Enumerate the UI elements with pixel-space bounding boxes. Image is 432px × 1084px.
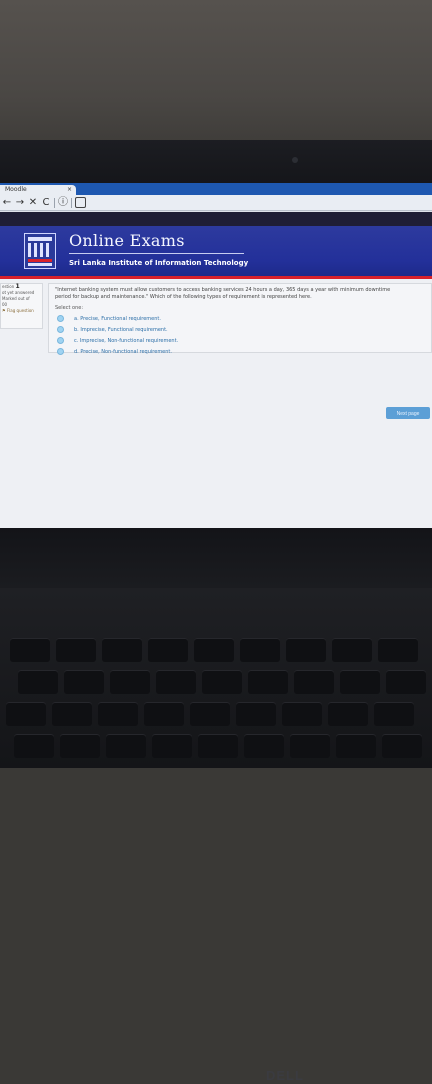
radio-button[interactable]	[57, 348, 64, 355]
keyboard-key	[52, 702, 92, 726]
radio-button[interactable]	[57, 337, 64, 344]
keyboard-key	[244, 734, 284, 758]
page-top-band	[0, 212, 432, 226]
question-label: estion	[2, 284, 15, 289]
keyboard-row	[18, 670, 426, 694]
answer-option-label[interactable]: b. Imprecise, Functional requirement.	[74, 327, 168, 333]
keyboard-key	[386, 670, 426, 694]
answer-option-label[interactable]: a. Precise, Functional requirement.	[74, 316, 161, 322]
keyboard-key	[14, 734, 54, 758]
keyboard-key	[328, 702, 368, 726]
keyboard-row	[14, 734, 422, 758]
radio-button[interactable]	[57, 326, 64, 333]
flag-question-link[interactable]: ⚑ Flag question	[2, 308, 42, 314]
keyboard-key	[10, 638, 50, 662]
keyboard-key	[190, 702, 230, 726]
webcam	[292, 157, 298, 163]
flag-question-label: Flag question	[6, 308, 34, 313]
question-number: 1	[15, 283, 20, 290]
keyboard-key	[98, 702, 138, 726]
browser-tab-strip: Moodle ×	[0, 183, 432, 195]
browser-toolbar: ← → ✕ C ⓘ	[0, 195, 432, 211]
keyboard-key	[236, 702, 276, 726]
answer-option-a[interactable]: a. Precise, Functional requirement.	[57, 315, 425, 322]
answer-option-label[interactable]: d. Precise, Non-functional requirement.	[74, 349, 172, 355]
back-arrow-icon[interactable]: ←	[2, 196, 12, 210]
keyboard-key	[6, 702, 46, 726]
keyboard-key	[102, 638, 142, 662]
keyboard-deck	[0, 588, 432, 768]
page-title: Online Exams	[69, 231, 185, 250]
keyboard-key	[18, 670, 58, 694]
keyboard-key	[340, 670, 380, 694]
keyboard-key	[332, 638, 372, 662]
laptop-top-bezel	[0, 140, 432, 184]
site-header: Online Exams Sri Lanka Institute of Info…	[0, 226, 432, 279]
flag-icon: ⚑	[2, 308, 6, 313]
page-subtitle: Sri Lanka Institute of Information Techn…	[69, 259, 249, 267]
laptop-bottom-bezel: DELL	[0, 528, 432, 1083]
title-underline	[69, 253, 244, 254]
keyboard-key	[374, 702, 414, 726]
reload-icon[interactable]: C	[41, 196, 51, 210]
keyboard-key	[248, 670, 288, 694]
keyboard-key	[240, 638, 280, 662]
keyboard-key	[60, 734, 100, 758]
keyboard-key	[56, 638, 96, 662]
keyboard-key	[144, 702, 184, 726]
keyboard-row	[6, 702, 414, 726]
main-content: estion 1 ot yet answered Marked out of 0…	[0, 279, 432, 528]
dell-logo: DELL	[266, 1068, 304, 1083]
keyboard-row	[10, 638, 418, 662]
answer-option-d[interactable]: d. Precise, Non-functional requirement.	[57, 348, 425, 355]
answer-option-label[interactable]: c. Imprecise, Non-functional requirement…	[74, 338, 178, 344]
keyboard-key	[106, 734, 146, 758]
keyboard-key	[156, 670, 196, 694]
keyboard-key	[336, 734, 376, 758]
page-icon[interactable]	[75, 197, 86, 208]
keyboard-key	[282, 702, 322, 726]
answer-option-c[interactable]: c. Imprecise, Non-functional requirement…	[57, 337, 425, 344]
next-page-button[interactable]: Next page	[386, 407, 430, 419]
keyboard-key	[290, 734, 330, 758]
select-one-label: Select one:	[55, 305, 84, 311]
answer-option-b[interactable]: b. Imprecise, Functional requirement.	[57, 326, 425, 333]
keyboard-key	[198, 734, 238, 758]
keyboard-key	[152, 734, 192, 758]
browser-tab[interactable]: Moodle ×	[0, 185, 76, 195]
background-wall	[0, 0, 432, 160]
question-text: "Internet banking system must allow cust…	[55, 287, 391, 300]
toolbar-divider	[71, 197, 72, 208]
sliit-logo	[24, 233, 56, 269]
keyboard-key	[378, 638, 418, 662]
keyboard-key	[148, 638, 188, 662]
keyboard-key	[194, 638, 234, 662]
info-icon[interactable]: ⓘ	[58, 196, 68, 210]
keyboard-key	[202, 670, 242, 694]
question-box: "Internet banking system must allow cust…	[48, 283, 432, 355]
stop-icon[interactable]: ✕	[28, 196, 38, 210]
tab-close-icon[interactable]: ×	[67, 185, 72, 195]
browser-tab-title: Moodle	[5, 186, 27, 193]
keyboard-key	[382, 734, 422, 758]
keyboard-key	[294, 670, 334, 694]
keyboard-key	[110, 670, 150, 694]
laptop-screen: Moodle × ← → ✕ C ⓘ Online Exams Sri Lank…	[0, 183, 432, 528]
radio-button[interactable]	[57, 315, 64, 322]
keyboard-key	[64, 670, 104, 694]
forward-arrow-icon[interactable]: →	[15, 196, 25, 210]
question-info-panel: estion 1 ot yet answered Marked out of 0…	[0, 283, 43, 329]
keyboard-key	[286, 638, 326, 662]
toolbar-divider	[54, 197, 55, 208]
